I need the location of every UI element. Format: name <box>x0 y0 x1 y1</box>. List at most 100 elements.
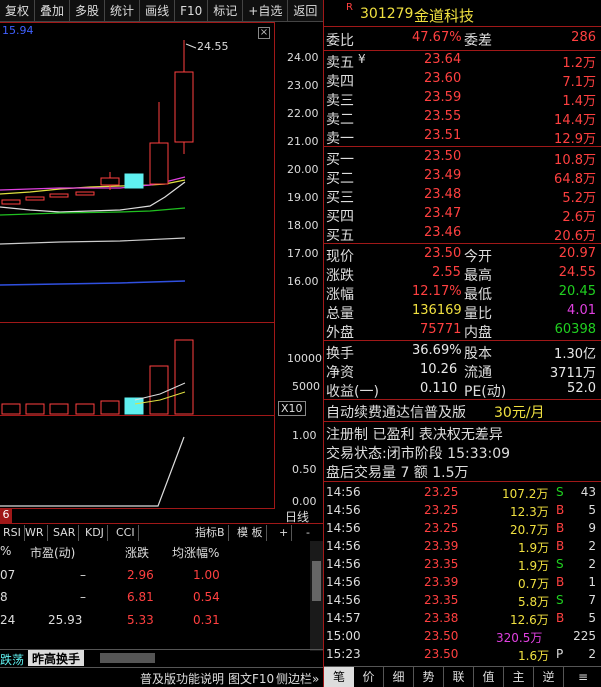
candle <box>25 196 45 201</box>
toolbar-add-watchlist-button[interactable]: +自选 <box>243 0 289 22</box>
ask-row[interactable]: 卖一 23.51 12.9万 <box>324 127 601 147</box>
tick-row: 14:56 23.25 107.2万 S 43 <box>326 485 596 501</box>
tick-row: 14:56 23.35 5.8万 S 7 <box>326 593 596 609</box>
ask-row[interactable]: 卖四 23.60 7.1万 <box>324 70 601 90</box>
sidebar-toggle[interactable]: 侧边栏» <box>276 670 319 687</box>
table-cell: 1.00 <box>193 568 220 582</box>
bid-row[interactable]: 买四 23.47 2.6万 <box>324 205 601 225</box>
remove-indicator-button[interactable]: - <box>303 525 313 541</box>
ask-row[interactable]: 卖三 23.59 1.4万 <box>324 89 601 109</box>
tab-tick[interactable]: 笔 <box>324 667 354 687</box>
tick-row: 15:00 23.50 320.5万 225 <box>326 629 596 645</box>
table-cell: 5.33 <box>127 613 154 627</box>
yen-icon: ¥ <box>358 52 366 66</box>
bid-row[interactable]: 买二 23.49 64.8万 <box>324 167 601 187</box>
menu-icon[interactable]: ≡ <box>564 667 601 687</box>
sub-table-header: 均涨幅% <box>172 546 220 560</box>
toolbar-back-button[interactable]: 返回 <box>288 0 322 22</box>
volume-bar <box>174 339 194 415</box>
candle <box>100 177 120 186</box>
table-cell: – <box>80 568 86 582</box>
stock-code: 301279 <box>360 6 414 22</box>
add-indicator-button[interactable]: + <box>276 525 293 541</box>
bid-row[interactable]: 买三 23.48 5.2万 <box>324 186 601 206</box>
tab-link[interactable]: 联 <box>444 667 474 687</box>
tab-reverse[interactable]: 逆 <box>534 667 564 687</box>
indicator-tab-kdj[interactable]: KDJ <box>82 525 108 541</box>
volume-bar <box>124 397 144 415</box>
indicator-tab-cci[interactable]: CCI <box>113 525 139 541</box>
candle <box>149 142 169 185</box>
price-tick: 20.00 <box>287 163 319 176</box>
price-tick: 17.00 <box>287 247 319 260</box>
stock-header: R 301279 金道科技 <box>324 2 601 25</box>
toolbar-multi-stock-button[interactable]: 多股 <box>70 0 106 22</box>
toolbar-f10-button[interactable]: F10 <box>175 0 209 22</box>
table-cell: – <box>80 590 86 604</box>
table-cell: 25.93 <box>48 613 83 627</box>
tab-price[interactable]: 价 <box>354 667 384 687</box>
right-tab-bar: 笔 价 细 势 联 值 主 逆 ≡ <box>324 666 601 687</box>
tab-value[interactable]: 值 <box>474 667 504 687</box>
help-link[interactable]: 普及版功能说明 <box>140 670 224 687</box>
tab-main[interactable]: 主 <box>504 667 534 687</box>
quote-row: 涨幅 12.17% 最低 20.45 <box>326 284 596 303</box>
sub-table-header: 涨跌 <box>125 546 150 560</box>
indicator-b-button[interactable]: 指标B <box>192 525 229 541</box>
table-scrollbar[interactable] <box>310 541 323 651</box>
stock-badge: R <box>346 2 353 13</box>
candle <box>174 71 194 143</box>
bottom-tab-bar: 跌荡 昨高换手 <box>0 649 323 668</box>
trade-status: 交易状态:闭市阶段 15:33:09 <box>326 446 511 462</box>
volume-tick: 10000 <box>287 352 322 365</box>
price-tick: 18.00 <box>287 219 319 232</box>
template-button[interactable]: 模 板 <box>234 525 267 541</box>
tab-trend[interactable]: 势 <box>414 667 444 687</box>
peak-price-label: 24.55 <box>197 40 229 53</box>
wei-row: 委比 47.67% 委差 286 <box>326 30 596 49</box>
price-tick: 21.00 <box>287 135 319 148</box>
toolbar-draw-button[interactable]: 画线 <box>140 0 176 22</box>
volume-bar <box>25 403 45 415</box>
volume-unit: X10 <box>278 401 306 416</box>
tick-row: 14:56 23.25 12.3万 B 5 <box>326 503 596 519</box>
tab-detail[interactable]: 细 <box>384 667 414 687</box>
tick-row: 15:23 23.50 1.6万 P 2 <box>326 647 596 663</box>
indicator-tab-sar[interactable]: SAR <box>50 525 80 541</box>
bid-row[interactable]: 买五 23.46 20.6万 <box>324 224 601 244</box>
indicator-tick: 0.50 <box>292 463 317 476</box>
volume-bar <box>75 403 95 415</box>
subscription-notice[interactable]: 自动续费通达信普及版 30元/月 <box>324 401 601 421</box>
table-cell: 8 <box>0 590 8 604</box>
bottom-tab-active[interactable]: 昨高换手 <box>28 650 85 666</box>
stock-name: 金道科技 <box>414 7 475 25</box>
f10-link[interactable]: 图文F10 <box>228 670 274 687</box>
tick-row: 14:56 23.39 0.7万 B 1 <box>326 575 596 591</box>
indicator-tick: 1.00 <box>292 429 317 442</box>
ma-line-grey <box>0 237 186 245</box>
registration-info: 注册制 已盈利 表决权无差异 <box>326 427 503 443</box>
toolbar-mark-button[interactable]: 标记 <box>208 0 244 22</box>
period-label[interactable]: 日线 <box>285 508 309 525</box>
indicator-tab-wr[interactable]: WR <box>22 525 48 541</box>
table-cell: 24 <box>0 613 16 627</box>
price-tick: 22.00 <box>287 107 319 120</box>
toolbar-fuquan-button[interactable]: 复权 <box>0 0 36 22</box>
volume-bar <box>100 400 120 415</box>
ask-row[interactable]: 卖五 ¥ 23.64 1.2万 <box>324 51 601 71</box>
bid-row[interactable]: 买一 23.50 10.8万 <box>324 148 601 168</box>
volume-bar <box>49 403 69 415</box>
candle <box>124 173 144 189</box>
sub-table-header: % <box>0 544 12 558</box>
bottom-scrollbar[interactable] <box>100 653 155 663</box>
candlestick-chart <box>0 40 197 286</box>
quote-row: 外盘 75771 内盘 60398 <box>326 322 596 341</box>
sub-table: % 市盈(动) 涨跌 均涨幅% 07 – 2.96 1.00 8 – 6.81 … <box>0 541 323 651</box>
bottom-tab[interactable]: 跌荡 <box>0 651 24 668</box>
toolbar-overlay-button[interactable]: 叠加 <box>35 0 71 22</box>
quote-panel: R 301279 金道科技 委比 47.67% 委差 286 卖五 ¥ 23.6… <box>323 0 601 687</box>
ask-row[interactable]: 卖二 23.55 14.4万 <box>324 108 601 128</box>
toolbar-stats-button[interactable]: 统计 <box>105 0 141 22</box>
chart-toolbar: 复权 叠加 多股 统计 画线 F10 标记 +自选 返回 <box>0 0 323 22</box>
quote-row: 现价 23.50 今开 20.97 <box>326 246 596 265</box>
